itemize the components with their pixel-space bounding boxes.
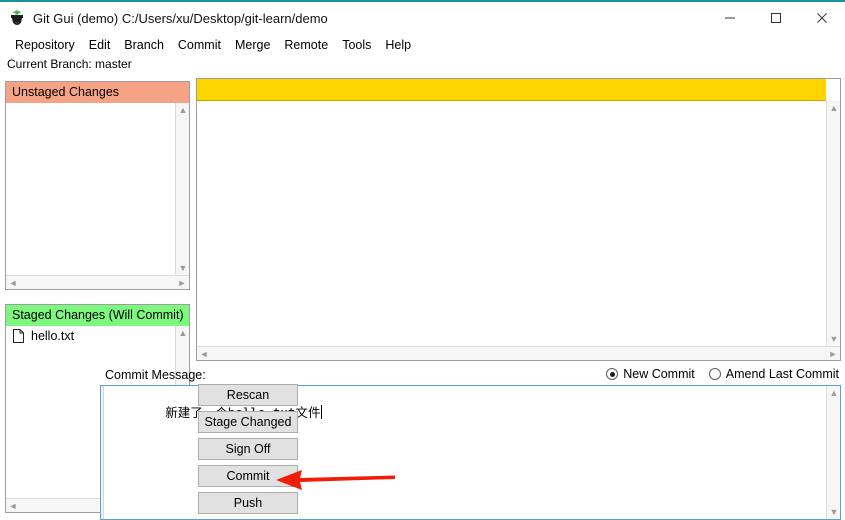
menu-item-tools[interactable]: Tools — [335, 37, 378, 53]
window-controls — [707, 2, 845, 34]
current-branch-label: Current Branch: master — [0, 55, 845, 72]
scroll-right-icon[interactable]: ► — [175, 276, 189, 290]
unstaged-changes-header: Unstaged Changes — [6, 82, 189, 103]
commit-message-label: Commit Message: — [105, 368, 206, 382]
push-button[interactable]: Push — [198, 492, 298, 514]
close-button[interactable] — [799, 2, 845, 34]
git-gui-window: Git Gui (demo) C:/Users/xu/Desktop/git-l… — [0, 0, 845, 520]
menu-item-edit[interactable]: Edit — [82, 37, 118, 53]
scroll-up-icon[interactable]: ▲ — [827, 101, 841, 115]
title-bar: Git Gui (demo) C:/Users/xu/Desktop/git-l… — [0, 2, 845, 34]
maximize-icon — [771, 13, 781, 23]
unstaged-file-list[interactable] — [6, 103, 175, 275]
scroll-left-icon[interactable]: ◄ — [6, 276, 20, 290]
unstaged-horizontal-scrollbar[interactable]: ◄ ► — [6, 275, 189, 289]
scroll-down-icon[interactable]: ▼ — [827, 332, 841, 346]
menu-item-branch[interactable]: Branch — [117, 37, 171, 53]
commit-message-vertical-scrollbar[interactable]: ▲ ▼ — [826, 386, 840, 519]
menu-item-commit[interactable]: Commit — [171, 37, 228, 53]
radio-amend-last-commit[interactable] — [708, 368, 721, 380]
close-icon — [817, 13, 827, 23]
maximize-button[interactable] — [753, 2, 799, 34]
git-gui-icon — [9, 10, 25, 26]
commit-button[interactable]: Commit — [198, 465, 298, 487]
file-name: hello.txt — [31, 328, 75, 343]
rescan-button[interactable]: Rescan — [198, 384, 298, 406]
menu-bar: Repository Edit Branch Commit Merge Remo… — [0, 34, 845, 55]
text-caret — [321, 405, 323, 419]
menu-item-remote[interactable]: Remote — [277, 37, 335, 53]
scroll-up-icon[interactable]: ▲ — [176, 326, 190, 340]
scroll-left-icon[interactable]: ◄ — [197, 347, 211, 361]
radio-new-commit[interactable] — [606, 368, 619, 380]
list-item[interactable]: hello.txt — [6, 326, 175, 345]
commit-mode-radio-group: New Commit Amend Last Commit — [606, 367, 843, 381]
minimize-button[interactable] — [707, 2, 753, 34]
radio-new-commit-label[interactable]: New Commit — [623, 367, 695, 381]
diff-viewer-panel: ▲ ▼ ◄ ► — [196, 78, 841, 361]
menu-item-help[interactable]: Help — [378, 37, 418, 53]
file-icon — [13, 328, 24, 343]
staged-changes-header: Staged Changes (Will Commit) — [6, 305, 189, 326]
scroll-down-icon[interactable]: ▼ — [827, 505, 840, 519]
window-title: Git Gui (demo) C:/Users/xu/Desktop/git-l… — [33, 10, 328, 26]
scroll-right-icon[interactable]: ► — [826, 347, 840, 361]
diff-horizontal-scrollbar[interactable]: ◄ ► — [197, 346, 840, 360]
menu-item-repository[interactable]: Repository — [8, 37, 82, 53]
msg-gutter — [101, 386, 104, 519]
diff-content[interactable] — [197, 101, 826, 346]
diff-vertical-scrollbar[interactable]: ▲ ▼ — [826, 101, 840, 346]
radio-amend-last-commit-label[interactable]: Amend Last Commit — [726, 367, 839, 381]
scroll-down-icon[interactable]: ▼ — [176, 261, 190, 275]
diff-banner — [197, 79, 826, 101]
scroll-up-icon[interactable]: ▲ — [176, 103, 190, 117]
action-buttons: Rescan Stage Changed Sign Off Commit Pus… — [198, 384, 298, 519]
minimize-icon — [725, 17, 735, 19]
stage-changed-button[interactable]: Stage Changed — [198, 411, 298, 433]
sign-off-button[interactable]: Sign Off — [198, 438, 298, 460]
unstaged-changes-panel: Unstaged Changes ▲ ▼ ◄ ► — [5, 81, 190, 290]
scroll-left-icon[interactable]: ◄ — [6, 499, 20, 513]
menu-item-merge[interactable]: Merge — [228, 37, 277, 53]
unstaged-vertical-scrollbar[interactable]: ▲ ▼ — [175, 103, 189, 275]
main-area: Unstaged Changes ▲ ▼ ◄ ► Staged Changes … — [0, 74, 845, 520]
scroll-up-icon[interactable]: ▲ — [827, 386, 840, 400]
